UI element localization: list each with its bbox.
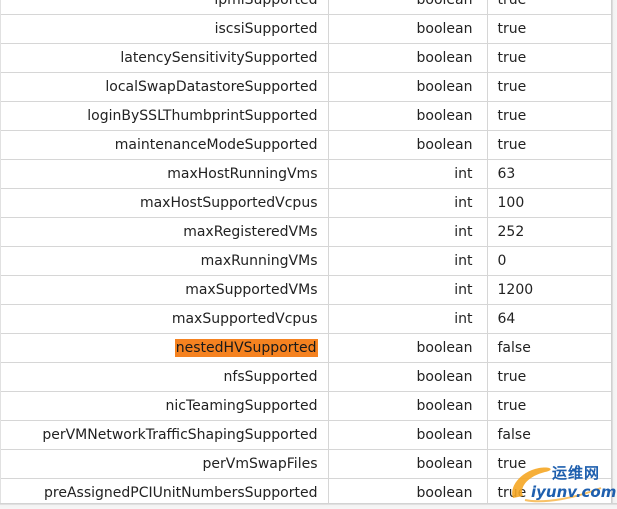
property-value: true	[487, 14, 611, 44]
property-value: true	[487, 101, 611, 131]
table-row[interactable]: nicTeamingSupported boolean true	[1, 391, 611, 421]
property-name: maxSupportedVMs	[1, 275, 329, 305]
property-type: boolean	[328, 362, 488, 392]
property-type: boolean	[328, 43, 488, 73]
properties-table: ipmiSupported boolean true iscsiSupporte…	[1, 0, 611, 503]
property-value: 100	[487, 188, 611, 218]
property-value: 64	[487, 304, 611, 334]
table-row[interactable]: ipmiSupported boolean true	[1, 0, 611, 15]
property-type: boolean	[328, 72, 488, 102]
table-row[interactable]: loginBySSLThumbprintSupported boolean tr…	[1, 101, 611, 131]
property-name: maintenanceModeSupported	[1, 130, 329, 160]
property-name: maxRunningVMs	[1, 246, 329, 276]
property-type: boolean	[328, 391, 488, 421]
property-name: nfsSupported	[1, 362, 329, 392]
property-name: ipmiSupported	[1, 0, 329, 15]
property-value: true	[487, 0, 611, 15]
property-type: boolean	[328, 333, 488, 363]
property-name: localSwapDatastoreSupported	[1, 72, 329, 102]
table-row[interactable]: perVMNetworkTrafficShapingSupported bool…	[1, 420, 611, 450]
property-name: latencySensitivitySupported	[1, 43, 329, 73]
property-type: boolean	[328, 449, 488, 479]
property-type: int	[328, 304, 488, 334]
property-type: boolean	[328, 0, 488, 15]
table-row[interactable]: maxRegisteredVMs int 252	[1, 217, 611, 247]
properties-table-viewport[interactable]: ipmiSupported boolean true iscsiSupporte…	[1, 0, 611, 503]
property-name: iscsiSupported	[1, 14, 329, 44]
property-name: loginBySSLThumbprintSupported	[1, 101, 329, 131]
property-value: true	[487, 362, 611, 392]
property-type: int	[328, 275, 488, 305]
property-type: boolean	[328, 14, 488, 44]
right-frame-edge	[611, 0, 617, 509]
property-name: maxHostRunningVms	[1, 159, 329, 189]
property-name: maxHostSupportedVcpus	[1, 188, 329, 218]
property-type: int	[328, 246, 488, 276]
highlighted-property-name: nestedHVSupported	[174, 339, 318, 357]
property-value: true	[487, 391, 611, 421]
property-name: maxRegisteredVMs	[1, 217, 329, 247]
table-row[interactable]: iscsiSupported boolean true	[1, 14, 611, 44]
property-value: false	[487, 420, 611, 450]
table-row-highlighted[interactable]: nestedHVSupported boolean false	[1, 333, 611, 363]
screenshot: ipmiSupported boolean true iscsiSupporte…	[0, 0, 617, 509]
table-row[interactable]: nfsSupported boolean true	[1, 362, 611, 392]
property-name: perVMNetworkTrafficShapingSupported	[1, 420, 329, 450]
table-row[interactable]: localSwapDatastoreSupported boolean true	[1, 72, 611, 102]
table-row[interactable]: maxSupportedVcpus int 64	[1, 304, 611, 334]
property-type: int	[328, 188, 488, 218]
property-value: true	[487, 130, 611, 160]
property-type: int	[328, 217, 488, 247]
table-row[interactable]: maxHostSupportedVcpus int 100	[1, 188, 611, 218]
property-value: false	[487, 333, 611, 363]
watermark-cn-text: 运维网	[552, 464, 601, 482]
property-type: boolean	[328, 101, 488, 131]
watermark-en-text: iyunv.com	[531, 483, 617, 501]
property-value: true	[487, 43, 611, 73]
table-row[interactable]: maintenanceModeSupported boolean true	[1, 130, 611, 160]
table-row[interactable]: maxRunningVMs int 0	[1, 246, 611, 276]
property-type: boolean	[328, 478, 488, 503]
property-value: 252	[487, 217, 611, 247]
property-name: nicTeamingSupported	[1, 391, 329, 421]
property-type: boolean	[328, 130, 488, 160]
table-row[interactable]: latencySensitivitySupported boolean true	[1, 43, 611, 73]
property-name: preAssignedPCIUnitNumbersSupported	[1, 478, 329, 503]
property-name: maxSupportedVcpus	[1, 304, 329, 334]
property-name: nestedHVSupported	[1, 333, 329, 363]
property-type: boolean	[328, 420, 488, 450]
property-name: perVmSwapFiles	[1, 449, 329, 479]
property-value: 63	[487, 159, 611, 189]
property-value: true	[487, 72, 611, 102]
property-value: 1200	[487, 275, 611, 305]
table-row[interactable]: maxSupportedVMs int 1200	[1, 275, 611, 305]
property-value: 0	[487, 246, 611, 276]
watermark: 运维网 iyunv.com	[505, 458, 617, 504]
property-type: int	[328, 159, 488, 189]
table-row[interactable]: maxHostRunningVms int 63	[1, 159, 611, 189]
